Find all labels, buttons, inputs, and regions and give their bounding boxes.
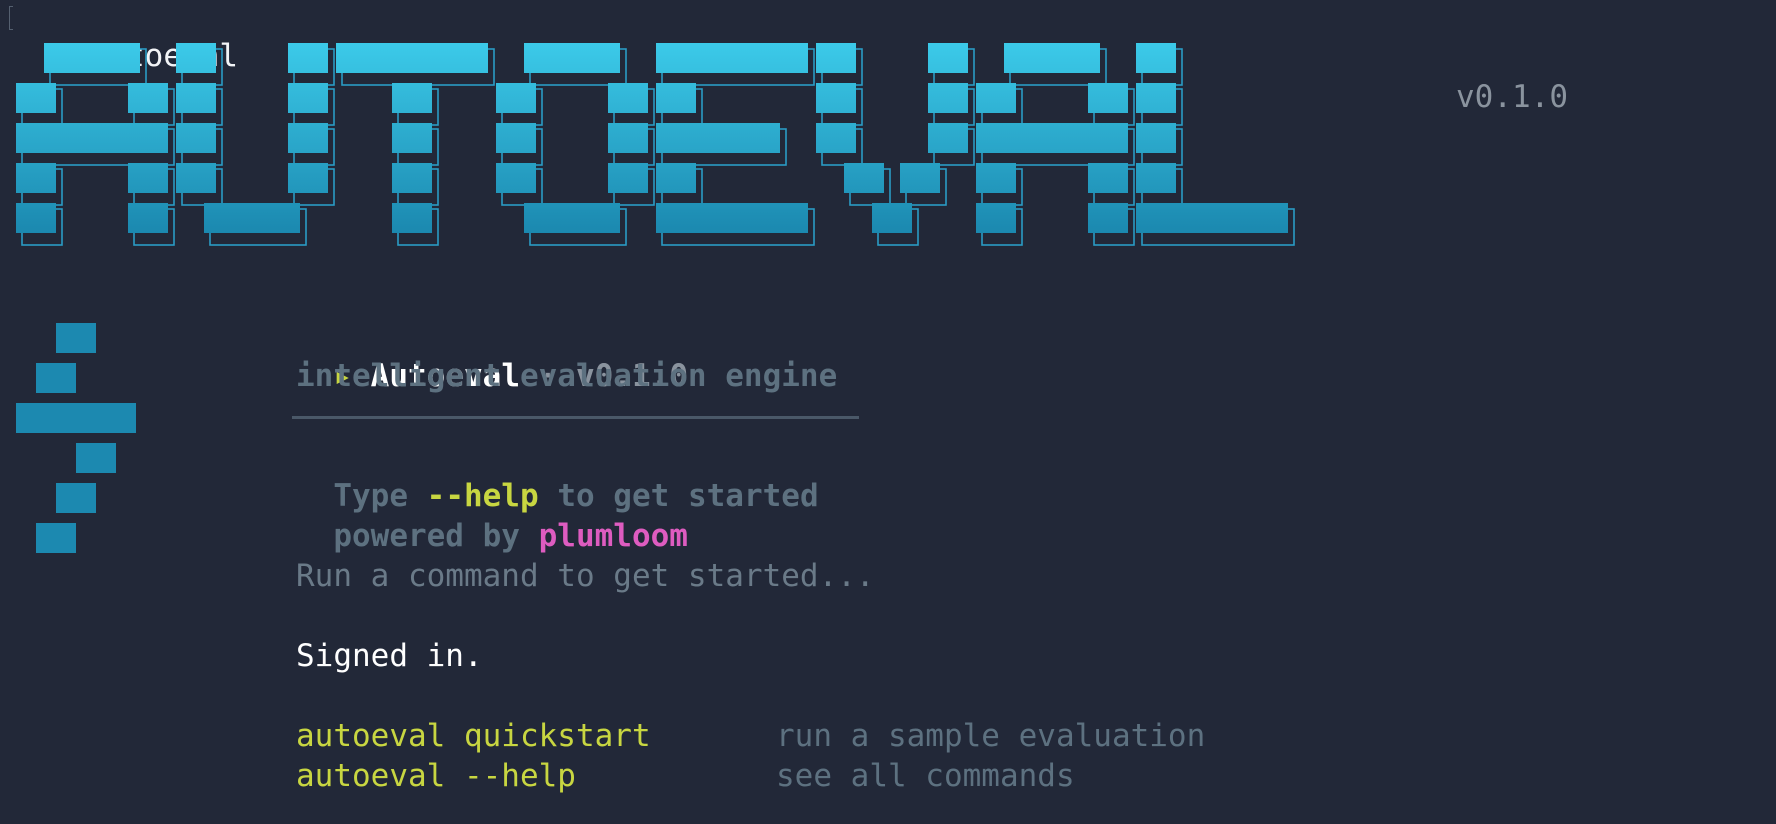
banner-block	[16, 163, 56, 193]
banner-block	[176, 83, 216, 113]
tagline: intelligent evaluation engine	[296, 358, 838, 394]
banner-block	[928, 123, 968, 153]
command-help: autoeval --help	[296, 758, 576, 794]
divider	[292, 416, 859, 419]
banner-block	[16, 83, 56, 113]
banner-block	[900, 163, 940, 193]
banner-block	[496, 83, 536, 113]
banner-block	[872, 203, 912, 233]
banner-block	[1136, 43, 1176, 73]
banner-block	[608, 123, 648, 153]
banner-block	[496, 123, 536, 153]
banner-block	[44, 43, 140, 73]
banner-block	[656, 163, 696, 193]
banner-block	[288, 83, 328, 113]
banner-block	[844, 163, 884, 193]
powered-prefix: powered by	[333, 518, 520, 554]
command-quickstart-description: run a sample evaluation	[776, 718, 1206, 754]
banner-block	[392, 83, 432, 113]
banner-block	[128, 163, 168, 193]
banner-block	[928, 83, 968, 113]
banner-block	[176, 123, 216, 153]
banner-block	[288, 123, 328, 153]
signed-in-status: Signed in.	[296, 638, 483, 674]
banner-block	[656, 203, 808, 233]
banner-block	[816, 43, 856, 73]
banner-block	[976, 203, 1016, 233]
banner-block	[656, 83, 696, 113]
banner-block	[1004, 43, 1100, 73]
banner-block	[1088, 163, 1128, 193]
banner-block	[1136, 83, 1176, 113]
banner-block	[392, 123, 432, 153]
banner-block	[128, 203, 168, 233]
banner-block	[1088, 203, 1128, 233]
banner-block	[288, 43, 328, 73]
banner-block	[204, 203, 300, 233]
brand-name: plumloom	[538, 518, 688, 554]
banner-block	[1136, 163, 1176, 193]
banner-block	[524, 203, 620, 233]
banner-block	[392, 203, 432, 233]
stacked-blocks-icon	[16, 323, 136, 553]
banner-block	[524, 43, 620, 73]
banner-block	[392, 163, 432, 193]
banner-block	[1136, 123, 1176, 153]
banner-block	[336, 43, 488, 73]
banner-block	[1088, 83, 1128, 113]
banner-block	[976, 163, 1016, 193]
banner-block	[816, 83, 856, 113]
banner-block	[816, 123, 856, 153]
banner-version: v0.1.0	[1456, 79, 1568, 115]
banner-block	[496, 163, 536, 193]
banner-block	[176, 43, 216, 73]
banner-block	[928, 43, 968, 73]
command-quickstart: autoeval quickstart	[296, 718, 651, 754]
banner-block	[656, 43, 808, 73]
run-hint: Run a command to get started...	[296, 558, 875, 594]
autoeval-ascii-banner	[16, 43, 1295, 246]
banner-block	[976, 123, 1128, 153]
banner-block	[176, 163, 216, 193]
banner-block	[976, 83, 1016, 113]
banner-block	[656, 123, 780, 153]
banner-block	[608, 163, 648, 193]
banner-block	[16, 123, 168, 153]
banner-block	[16, 203, 56, 233]
command-help-description: see all commands	[776, 758, 1075, 794]
banner-block	[128, 83, 168, 113]
banner-block	[608, 83, 648, 113]
powered-by: powered by plumloom	[296, 476, 688, 556]
banner-block	[1136, 203, 1288, 233]
banner-block	[288, 163, 328, 193]
